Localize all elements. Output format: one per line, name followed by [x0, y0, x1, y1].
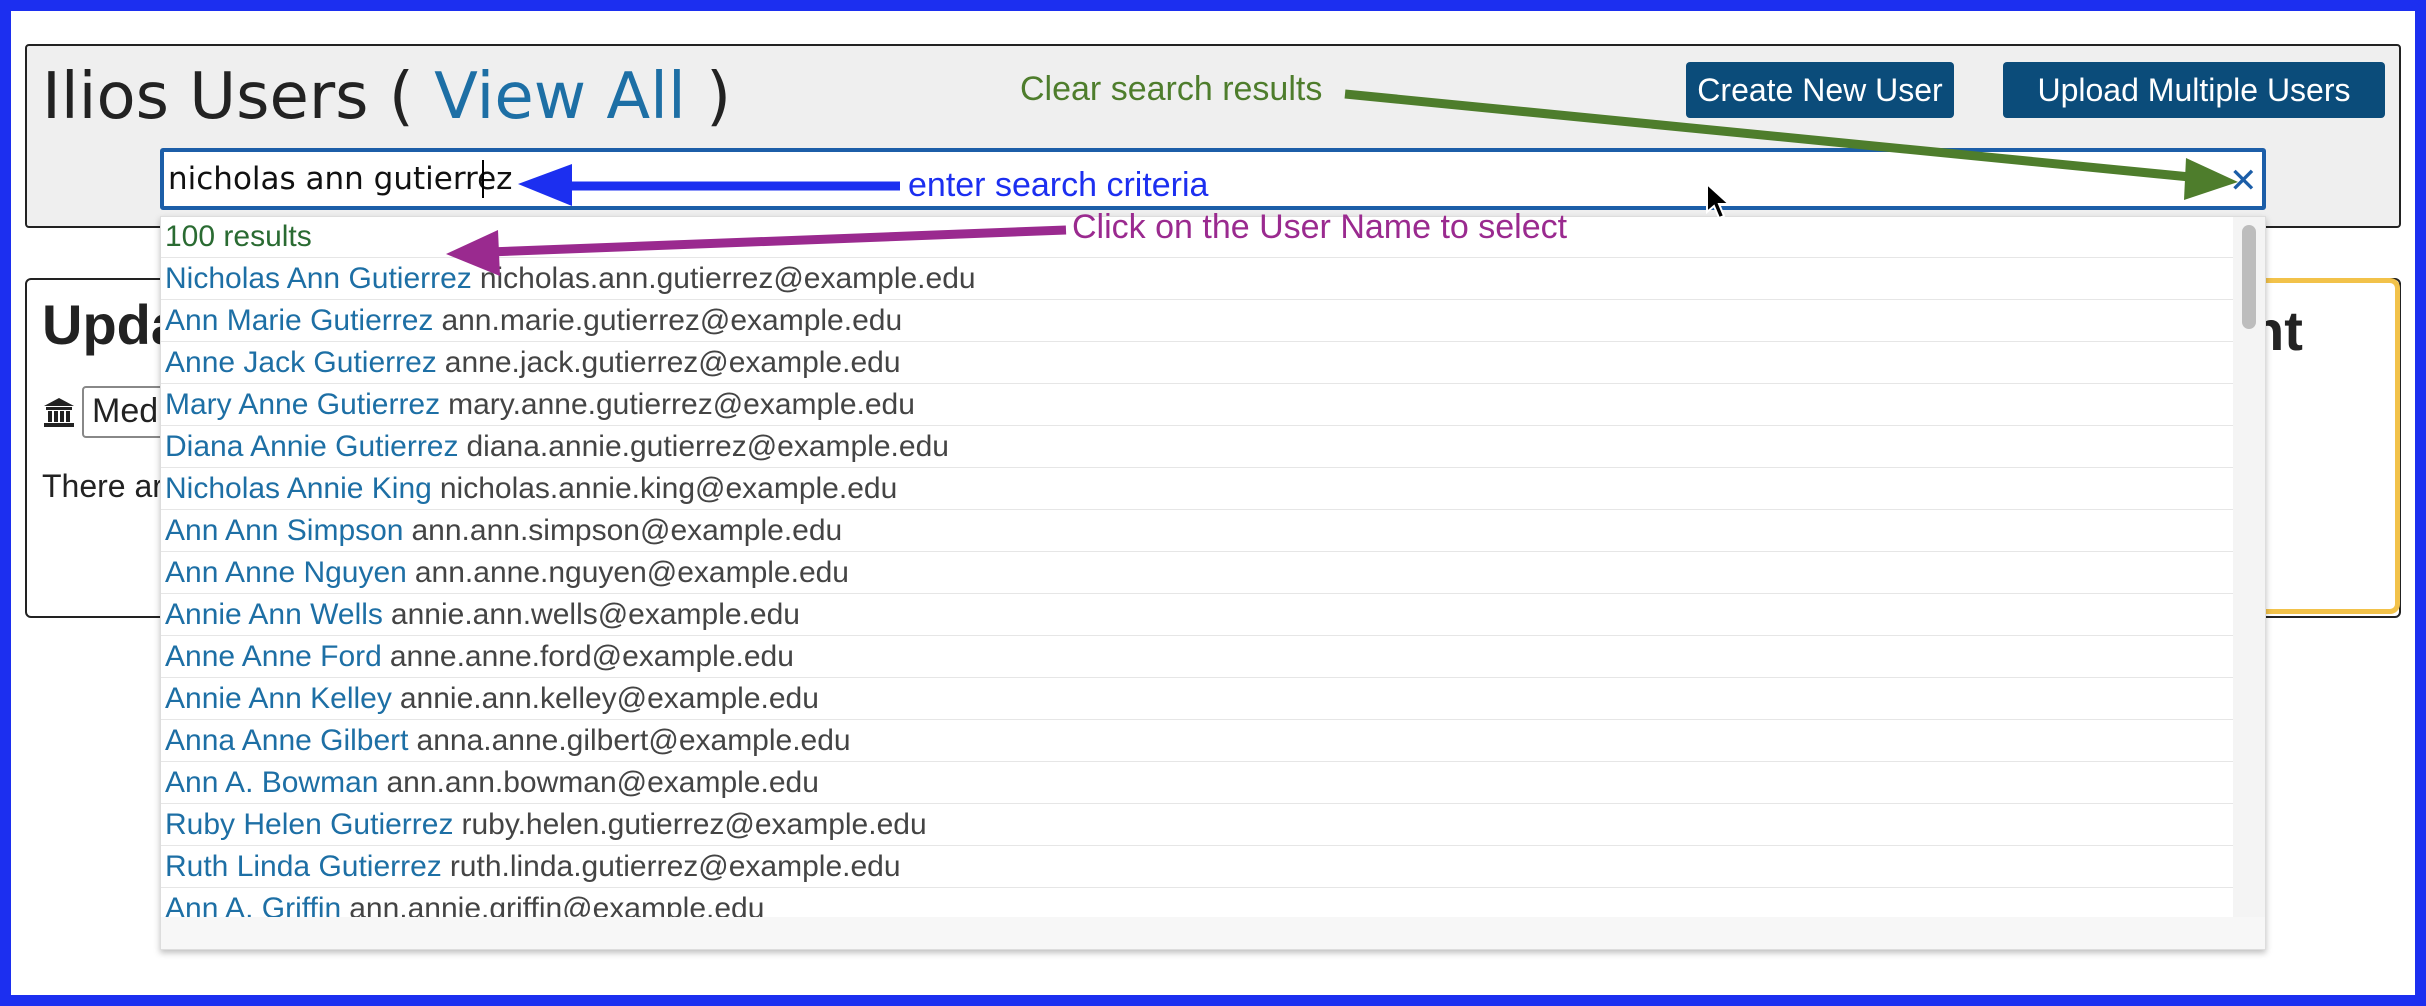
result-user-name[interactable]: Anne Jack Gutierrez	[161, 346, 437, 379]
result-user-email: ann.marie.gutierrez@example.edu	[441, 304, 903, 337]
result-row[interactable]: Mary Anne Gutierrez mary.anne.gutierrez@e…	[161, 383, 2233, 426]
result-user-name[interactable]: Annie Ann Kelley	[161, 682, 392, 715]
result-row[interactable]: Ann Anne Nguyen ann.anne.nguyen@example.e…	[161, 551, 2233, 594]
university-icon	[42, 396, 76, 430]
mouse-pointer-icon	[1705, 181, 1733, 226]
result-user-email: anna.anne.gilbert@example.edu	[416, 724, 851, 757]
result-row[interactable]: Ann A. Bowman ann.ann.bowman@example.edu	[161, 761, 2233, 804]
result-user-email: ruth.linda.gutierrez@example.edu	[449, 850, 901, 883]
search-results-dropdown[interactable]: 100 results Nicholas Ann Gutierrez nichol…	[160, 216, 2266, 950]
result-user-email: ruby.helen.gutierrez@example.edu	[461, 808, 927, 841]
close-icon[interactable]: ✕	[2229, 164, 2258, 198]
result-user-email: ann.anne.nguyen@example.edu	[414, 556, 849, 589]
view-all-link[interactable]: View All	[434, 60, 686, 134]
result-user-name[interactable]: Ann Anne Nguyen	[161, 556, 407, 589]
result-user-name[interactable]: Annie Ann Wells	[161, 598, 383, 631]
user-search-box	[160, 148, 2266, 210]
title-suffix: )	[685, 60, 732, 134]
result-user-name[interactable]: Nicholas Ann Gutierrez	[161, 262, 472, 295]
result-row[interactable]: Nicholas Annie King nicholas.annie.king@e…	[161, 467, 2233, 510]
title-prefix: Ilios Users (	[42, 60, 435, 134]
results-footer	[161, 917, 2265, 949]
result-user-name[interactable]: Anne Anne Ford	[161, 640, 382, 673]
result-row[interactable]: Anne Anne Ford anne.anne.ford@example.edu	[161, 635, 2233, 678]
click-annotation: Click on the User Name to select	[1072, 208, 1568, 246]
result-user-email: nicholas.annie.king@example.edu	[439, 472, 898, 505]
result-user-name[interactable]: Ruby Helen Gutierrez	[161, 808, 453, 841]
result-row[interactable]: Annie Ann Wells annie.ann.wells@example.e…	[161, 593, 2233, 636]
result-row[interactable]: Nicholas Ann Gutierrez nicholas.ann.gutie…	[161, 257, 2233, 300]
result-row[interactable]: Ruth Linda Gutierrez ruth.linda.gutierrez…	[161, 845, 2233, 888]
result-user-name[interactable]: Ann Ann Simpson	[161, 514, 404, 547]
update-panel-text: There ar	[42, 468, 163, 504]
result-row[interactable]: Annie Ann Kelley annie.ann.kelley@example…	[161, 677, 2233, 720]
result-user-email: diana.annie.gutierrez@example.edu	[466, 430, 949, 463]
search-annotation: enter search criteria	[908, 166, 1209, 204]
result-user-name[interactable]: Ruth Linda Gutierrez	[161, 850, 442, 883]
result-row[interactable]: Diana Annie Gutierrez diana.annie.gutierr…	[161, 425, 2233, 468]
create-new-user-button[interactable]: Create New User	[1686, 62, 1954, 118]
result-user-email: nicholas.ann.gutierrez@example.edu	[479, 262, 976, 295]
result-user-email: anne.jack.gutierrez@example.edu	[444, 346, 901, 379]
result-row[interactable]: Ann Ann Simpson ann.ann.simpson@example.e…	[161, 509, 2233, 552]
user-search-input[interactable]	[164, 152, 2262, 206]
result-user-name[interactable]: Nicholas Annie King	[161, 472, 432, 505]
result-row[interactable]: Ann Marie Gutierrez ann.marie.gutierrez@e…	[161, 299, 2233, 342]
text-caret	[482, 160, 484, 198]
result-user-name[interactable]: Anna Anne Gilbert	[161, 724, 409, 757]
result-user-name[interactable]: Mary Anne Gutierrez	[161, 388, 440, 421]
clear-annotation: Clear search results	[1020, 70, 1323, 108]
result-user-name[interactable]: Ann Marie Gutierrez	[161, 304, 433, 337]
result-user-name[interactable]: Diana Annie Gutierrez	[161, 430, 459, 463]
result-row[interactable]: Anne Jack Gutierrez anne.jack.gutierrez@e…	[161, 341, 2233, 384]
result-row[interactable]: Ruby Helen Gutierrez ruby.helen.gutierrez…	[161, 803, 2233, 846]
result-user-email: annie.ann.wells@example.edu	[390, 598, 800, 631]
result-row[interactable]: Anna Anne Gilbert anna.anne.gilbert@examp…	[161, 719, 2233, 762]
result-user-name[interactable]: Ann A. Bowman	[161, 766, 378, 799]
result-user-email: anne.anne.ford@example.edu	[389, 640, 794, 673]
result-user-email: mary.anne.gutierrez@example.edu	[448, 388, 915, 421]
page-title: Ilios Users ( View All )	[42, 60, 731, 134]
result-user-email: ann.ann.bowman@example.edu	[386, 766, 819, 799]
results-count: 100 results	[165, 220, 312, 253]
result-user-email: annie.ann.kelley@example.edu	[399, 682, 819, 715]
result-user-email: ann.ann.simpson@example.edu	[411, 514, 843, 547]
upload-multiple-users-button[interactable]: Upload Multiple Users	[2003, 62, 2385, 118]
results-scrollbar-thumb[interactable]	[2242, 225, 2256, 329]
